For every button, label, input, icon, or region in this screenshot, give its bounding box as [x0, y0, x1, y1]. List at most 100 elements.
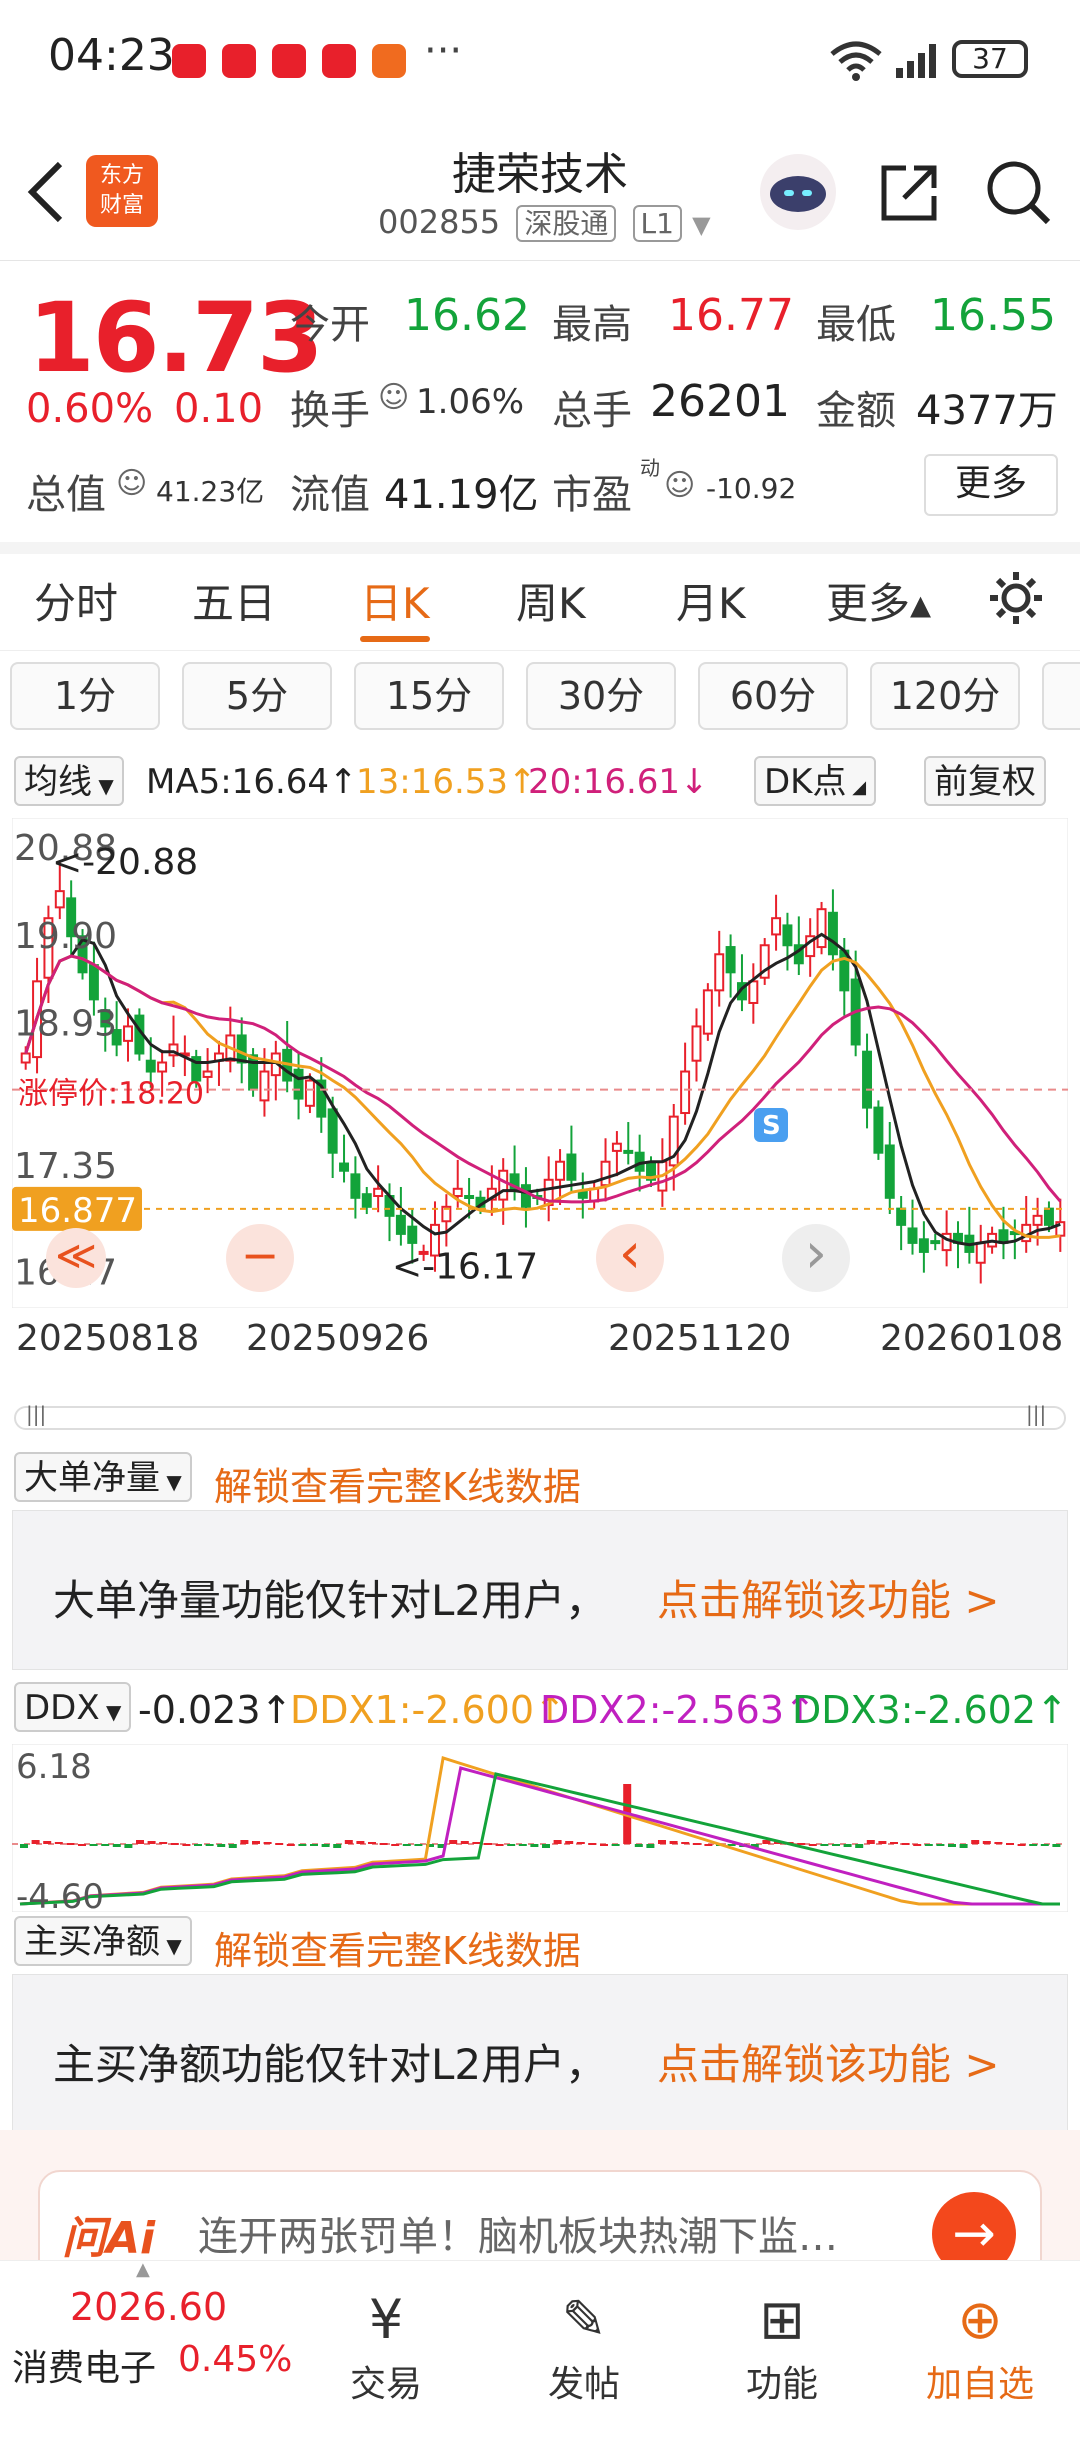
ddx-bar — [994, 1842, 1003, 1844]
current-price-label: 16.877 — [18, 1191, 137, 1231]
ai-news-text[interactable]: 连开两张罚单！脑机板块热潮下监… — [198, 2204, 918, 2262]
share-icon[interactable] — [876, 160, 942, 226]
change-percent: 0.60% — [26, 386, 154, 432]
main-buy-header: 主买净额 ▼ 解锁查看完整K线数据 — [0, 1914, 1080, 1974]
candle-body — [782, 924, 793, 947]
ma-selector[interactable]: 均线 ▼ — [14, 756, 124, 806]
ddx-selector[interactable]: DDX ▼ — [14, 1682, 132, 1732]
unlock-hint[interactable]: 解锁查看完整K线数据 — [214, 1456, 581, 1511]
notification-icon — [322, 44, 356, 78]
candle-body — [930, 1240, 941, 1245]
ddx1-value: DDX1:-2.600↑ — [290, 1688, 566, 1732]
sector-index[interactable]: ▲ 2026.60 消费电子 0.45% — [0, 2259, 293, 2441]
zoom-out-button[interactable]: − — [226, 1224, 294, 1292]
info-icon[interactable]: ☺ — [664, 468, 695, 503]
kline-chart[interactable]: 20.8819.9018.9317.3516.17涨停价:18.2016.877… — [12, 818, 1068, 1308]
ddx-bar — [275, 1843, 284, 1845]
scroll-handle-left[interactable]: ||| — [26, 1402, 46, 1426]
info-icon[interactable]: ☺ — [116, 466, 147, 501]
btn-30min[interactable]: 30分 — [526, 662, 676, 730]
candle-body — [691, 1025, 702, 1062]
info-icon[interactable]: ☺ — [378, 380, 409, 415]
unlock-hint[interactable]: 解锁查看完整K线数据 — [214, 1920, 581, 1975]
nav-trade[interactable]: ¥ 交易 — [316, 2285, 456, 2407]
unlock-link[interactable]: 点击解锁该功能 > — [657, 2031, 1000, 2092]
btn-1min[interactable]: 1分 — [10, 662, 160, 730]
ddx3-value: DDX3:-2.602↑ — [792, 1688, 1068, 1732]
ddx-bar — [878, 1841, 887, 1844]
ddx-chart[interactable]: 6.18 -4.60 — [12, 1744, 1068, 1912]
ddx-bar — [298, 1844, 307, 1846]
candle-body — [202, 1070, 213, 1078]
settings-gear-icon[interactable] — [986, 568, 1046, 628]
candle-body — [680, 1070, 691, 1115]
candle-body — [975, 1241, 986, 1264]
btn-120min[interactable]: 120分 — [870, 662, 1020, 730]
ma-selector-label: 均线 — [24, 762, 92, 802]
tab-daily-k[interactable]: 日K — [360, 570, 430, 631]
ddx-bar — [460, 1841, 469, 1844]
stock-code-row[interactable]: 002855 深股通 L1 ▼ — [378, 202, 711, 242]
indicator-selector[interactable]: 主买净额 ▼ — [14, 1916, 192, 1966]
ddx-bar — [600, 1844, 608, 1846]
ddx-bar — [205, 1844, 214, 1846]
nav-add-watch[interactable]: ⊕ 加自选 — [910, 2285, 1050, 2407]
index-value: 2026.60 — [70, 2285, 228, 2329]
tab-intraday[interactable]: 分时 — [34, 570, 118, 631]
candle-body — [873, 1106, 884, 1154]
y-tick: 18.93 — [14, 1004, 117, 1045]
y-tick: 17.35 — [14, 1146, 117, 1187]
nav-post[interactable]: ✎ 发帖 — [514, 2285, 654, 2407]
active-tab-indicator — [360, 636, 430, 642]
ddx-bar — [217, 1844, 226, 1847]
ddx-bar — [124, 1844, 133, 1848]
candle-body — [248, 1054, 259, 1091]
stock-code: 002855 — [378, 203, 501, 241]
ddx-bar — [507, 1844, 516, 1846]
next-button[interactable]: › — [782, 1224, 850, 1292]
ddx-bar — [890, 1842, 898, 1844]
ddx-ymax: 6.18 — [16, 1747, 92, 1787]
indicator-selector[interactable]: 大单净量 ▼ — [14, 1452, 192, 1502]
big-order-lock-panel[interactable]: 大单净量功能仅针对L2用户， 点击解锁该功能 > — [12, 1510, 1068, 1670]
ddx-bar — [692, 1843, 701, 1845]
lock-message: 主买净额功能仅针对L2用户， — [53, 2040, 608, 2089]
main-buy-lock-panel[interactable]: 主买净额功能仅针对L2用户， 点击解锁该功能 > — [12, 1974, 1068, 2134]
ai-brand: 问Ai — [62, 2213, 156, 2264]
turnover-value: 1.06% — [416, 382, 525, 422]
tab-five-day[interactable]: 五日 — [192, 570, 276, 631]
candle-body — [611, 1142, 622, 1152]
change-amount: 0.10 — [174, 386, 264, 432]
unlock-link[interactable]: 点击解锁该功能 > — [657, 1567, 1000, 1628]
tab-weekly-k[interactable]: 周K — [516, 570, 586, 631]
ddx-bar — [913, 1844, 922, 1846]
btn-more-min[interactable] — [1042, 662, 1080, 730]
candle-body — [54, 890, 65, 909]
mktcap-label: 总值 — [26, 472, 106, 518]
open-label: 今开 — [290, 302, 370, 348]
nav-function[interactable]: ⊞ 功能 — [712, 2285, 852, 2407]
ddx-bar — [843, 1844, 852, 1847]
btn-5min[interactable]: 5分 — [182, 662, 332, 730]
tab-more[interactable]: 更多▴ — [826, 570, 931, 631]
max-label: <-20.88 — [52, 842, 198, 883]
adjust-button[interactable]: 前复权 — [924, 756, 1046, 806]
dk-point-button[interactable]: DK点 ◢ — [754, 756, 877, 806]
candle-body — [862, 1050, 873, 1109]
more-button[interactable]: 更多 — [924, 454, 1058, 516]
indicator-label: 大单净量 — [24, 1458, 160, 1498]
scroll-handle-right[interactable]: ||| — [1026, 1402, 1046, 1426]
caret-up-icon: ▲ — [136, 2259, 150, 2280]
signal-icon — [896, 44, 936, 78]
robot-avatar-icon[interactable] — [758, 152, 838, 232]
wifi-icon — [830, 41, 882, 81]
index-pct: 0.45% — [178, 2339, 293, 2380]
ddx-bar — [588, 1843, 597, 1845]
fast-back-button[interactable]: ≪ — [46, 1228, 106, 1288]
search-icon[interactable] — [984, 158, 1054, 228]
tab-monthly-k[interactable]: 月K — [676, 570, 746, 631]
btn-60min[interactable]: 60分 — [698, 662, 848, 730]
prev-button[interactable]: ‹ — [596, 1224, 664, 1292]
btn-15min[interactable]: 15分 — [354, 662, 504, 730]
chart-scrollbar[interactable]: ||| ||| — [14, 1402, 1066, 1430]
